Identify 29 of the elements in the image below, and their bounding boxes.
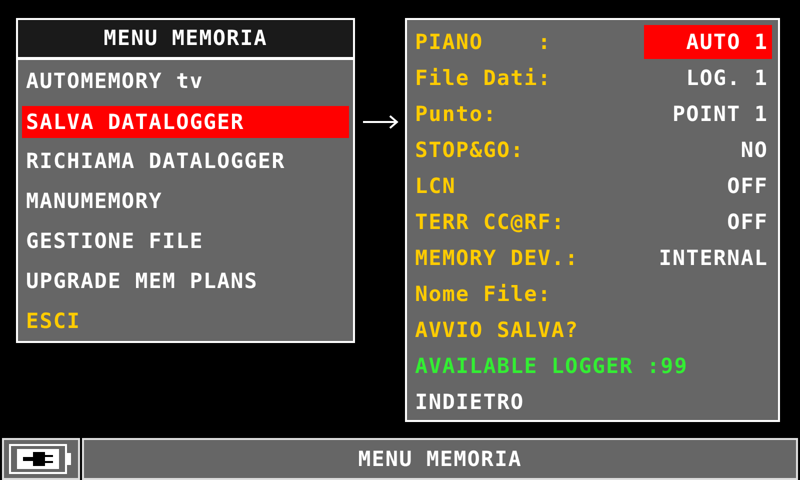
menu-item[interactable]: AVVIO SALVA? xyxy=(414,318,579,342)
menu-item[interactable]: MANUMEMORY xyxy=(22,182,350,222)
setting-label: Punto: xyxy=(414,102,497,126)
setting-label: LCN xyxy=(414,174,456,198)
setting-label: STOP&GO: xyxy=(414,138,524,162)
menu-item[interactable]: AUTOMEMORY tv xyxy=(22,62,350,102)
setting-value[interactable]: LOG. 1 xyxy=(644,61,772,95)
setting-value[interactable]: INTERNAL xyxy=(644,241,772,275)
setting-label: TERR CC@RF: xyxy=(414,210,566,234)
setting-value[interactable]: OFF xyxy=(644,205,772,239)
setting-label: Nome File: xyxy=(414,282,552,306)
menu-item[interactable]: RICHIAMA DATALOGGER xyxy=(22,142,350,182)
setting-label: MEMORY DEV.: xyxy=(414,246,579,270)
setting-value[interactable]: AUTO 1 xyxy=(644,25,772,59)
setting-value[interactable]: NO xyxy=(644,133,772,167)
menu-item[interactable]: SALVA DATALOGGER xyxy=(22,106,350,138)
setting-value[interactable]: POINT 1 xyxy=(644,97,772,131)
menu-item[interactable]: INDIETRO xyxy=(414,390,524,414)
setting-label: File Dati: xyxy=(414,66,552,90)
menu-title: MENU MEMORIA xyxy=(18,20,354,60)
status-text: AVAILABLE LOGGER :99 xyxy=(414,354,688,378)
menu-item[interactable]: UPGRADE MEM PLANS xyxy=(22,262,350,302)
setting-label: PIANO : xyxy=(414,30,552,54)
arrow-icon xyxy=(363,115,399,129)
menu-item[interactable]: GESTIONE FILE xyxy=(22,222,350,262)
menu-item[interactable]: ESCI xyxy=(22,302,350,342)
setting-value[interactable]: OFF xyxy=(644,169,772,203)
battery-plug-icon xyxy=(9,444,73,474)
status-title: MENU MEMORIA xyxy=(82,438,798,480)
